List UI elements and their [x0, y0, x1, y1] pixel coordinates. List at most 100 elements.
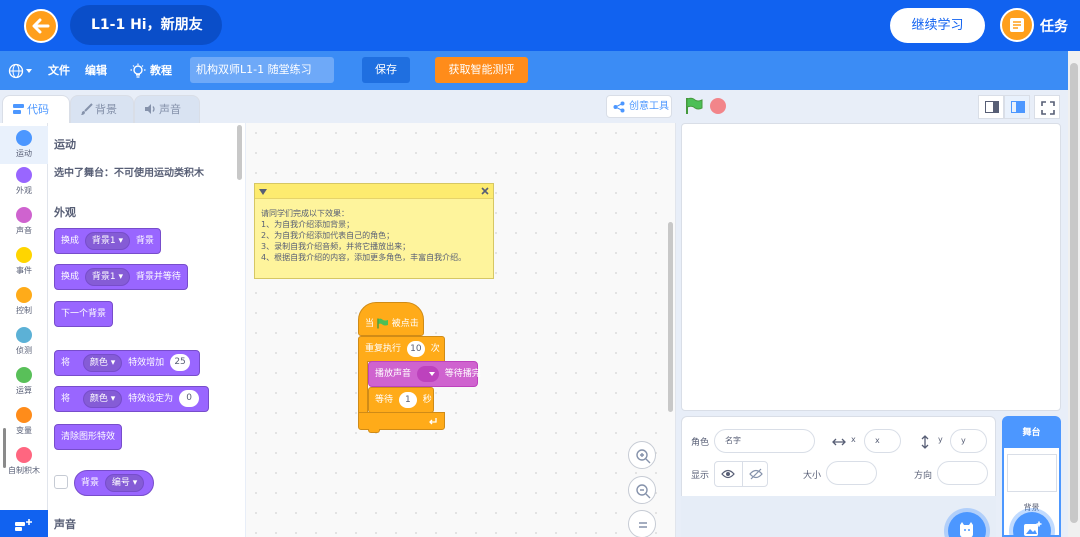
- block-text: 将: [61, 394, 71, 404]
- editor-tabs: 代码 背景 声音: [0, 90, 680, 123]
- category-dot: [16, 407, 32, 423]
- backdrop-attribute-dropdown[interactable]: 编号 ▾: [104, 473, 145, 492]
- zoom-in-button[interactable]: [628, 441, 656, 469]
- task-label: 任务: [1040, 19, 1068, 35]
- large-stage-icon: [1011, 101, 1025, 113]
- creative-tools-button[interactable]: 创意工具: [606, 95, 672, 118]
- zoom-out-button[interactable]: [628, 476, 656, 504]
- category-label: 运动: [16, 149, 32, 158]
- y-position-input[interactable]: y: [950, 429, 987, 453]
- eye-icon: [721, 469, 735, 479]
- task-button[interactable]: 任务: [1000, 8, 1080, 43]
- reporter-checkbox[interactable]: [54, 475, 68, 489]
- switch-backdrop-and-wait-block[interactable]: 换成 背景1 ▾ 背景并等待: [54, 264, 188, 290]
- repeat-count-input[interactable]: 10: [406, 340, 425, 357]
- stage-canvas[interactable]: [681, 123, 1061, 411]
- backdrop-dropdown[interactable]: 背景1 ▾: [84, 267, 131, 286]
- continue-learning-button[interactable]: 继续学习: [890, 8, 985, 43]
- wait-seconds-block[interactable]: 等待 1 秒: [368, 387, 434, 413]
- page-scrollbar[interactable]: [1068, 51, 1080, 537]
- large-stage-button[interactable]: [1004, 95, 1030, 119]
- edit-menu[interactable]: 编辑: [85, 51, 107, 90]
- effect-value-input[interactable]: 0: [179, 390, 200, 407]
- code-icon: [13, 104, 24, 114]
- category-motion[interactable]: 运动: [0, 126, 48, 164]
- fullscreen-button[interactable]: [1034, 95, 1060, 119]
- small-stage-icon: [985, 101, 999, 113]
- category-variables[interactable]: 变量: [0, 407, 48, 436]
- comment-body[interactable]: 请同学们完成以下效果： 1、为自我介绍添加背景； 2、为自我介绍添加代表自己的角…: [255, 199, 493, 263]
- effect-dropdown[interactable]: 颜色 ▾: [82, 353, 123, 372]
- wait-seconds-input[interactable]: 1: [398, 391, 417, 408]
- effect-value-input[interactable]: 25: [170, 354, 191, 371]
- category-looks[interactable]: 外观: [0, 167, 48, 196]
- sound-dropdown[interactable]: [416, 365, 439, 382]
- block-text: 背景: [135, 236, 154, 246]
- category-label: 控制: [16, 306, 32, 315]
- category-dot: [16, 167, 32, 183]
- category-scrollbar[interactable]: [3, 428, 6, 468]
- category-sound[interactable]: 声音: [0, 207, 48, 236]
- horizontal-arrows-icon: [832, 438, 846, 446]
- category-operators[interactable]: 运算: [0, 367, 48, 396]
- back-button[interactable]: [24, 9, 58, 43]
- zoom-reset-button[interactable]: [628, 510, 656, 537]
- repeat-block-bottom[interactable]: [358, 412, 445, 430]
- palette-scrollbar[interactable]: [237, 125, 242, 180]
- direction-input[interactable]: [937, 461, 988, 485]
- eye-slash-icon: [749, 468, 763, 480]
- loop-arrow-icon: [429, 418, 437, 425]
- green-flag-button[interactable]: [684, 97, 704, 118]
- hide-sprite-button[interactable]: [742, 462, 768, 486]
- stage-panel-title: 舞台: [1004, 418, 1059, 448]
- comment-header[interactable]: [255, 184, 493, 199]
- x-position-input[interactable]: x: [864, 429, 901, 453]
- play-sound-until-done-block[interactable]: 播放声音 等待播完: [368, 361, 481, 387]
- palette-heading-sound: 声音: [54, 518, 76, 531]
- workspace-scrollbar[interactable]: [668, 222, 673, 412]
- file-menu[interactable]: 文件: [48, 51, 70, 90]
- clear-graphic-effects-block[interactable]: 清除图形特效: [54, 424, 123, 450]
- block-text: 特效设定为: [128, 394, 174, 404]
- next-backdrop-block[interactable]: 下一个背景: [54, 301, 114, 327]
- effect-dropdown[interactable]: 颜色 ▾: [82, 389, 123, 408]
- close-icon[interactable]: [481, 187, 489, 195]
- when-flag-clicked-block[interactable]: 当 被点击: [358, 302, 424, 336]
- menu-bar: 文件 编辑 教程: [0, 51, 1068, 90]
- category-events[interactable]: 事件: [0, 247, 48, 276]
- tab-backdrops[interactable]: 背景: [70, 95, 134, 123]
- switch-backdrop-block[interactable]: 换成 背景1 ▾ 背景: [54, 228, 161, 254]
- change-effect-block[interactable]: 将 颜色 ▾ 特效增加 25: [54, 350, 201, 376]
- sprite-name-input[interactable]: 名字: [714, 429, 815, 453]
- set-effect-block[interactable]: 将 颜色 ▾ 特效设定为 0: [54, 386, 210, 412]
- tutorial-label: 教程: [150, 64, 172, 77]
- category-my-blocks[interactable]: 自制积木: [0, 447, 48, 476]
- stage-selected-notice: 选中了舞台：不可使用运动类积木: [54, 168, 204, 179]
- tab-code[interactable]: 代码: [2, 95, 70, 123]
- category-control[interactable]: 控制: [0, 287, 48, 316]
- project-title-input[interactable]: 机构双师L1-1 随堂练习: [190, 57, 334, 83]
- comment-note[interactable]: 请同学们完成以下效果： 1、为自我介绍添加背景； 2、为自我介绍添加代表自己的角…: [254, 183, 494, 279]
- page-scrollbar-thumb[interactable]: [1070, 63, 1078, 523]
- collapse-icon[interactable]: [259, 189, 267, 195]
- add-extension-icon: [15, 519, 32, 531]
- language-menu[interactable]: [8, 51, 34, 90]
- small-stage-button[interactable]: [978, 95, 1004, 119]
- tab-sounds-label: 声音: [159, 103, 181, 116]
- repeat-block[interactable]: 重复执行 10 次: [358, 336, 445, 362]
- block-text: 播放声音: [375, 369, 412, 379]
- show-sprite-button[interactable]: [715, 462, 741, 486]
- backdrop-dropdown[interactable]: 背景1 ▾: [84, 231, 131, 250]
- tutorial-menu[interactable]: 教程: [130, 51, 172, 90]
- save-button[interactable]: 保存: [362, 57, 410, 83]
- tab-sounds[interactable]: 声音: [134, 95, 200, 123]
- stop-button[interactable]: [710, 98, 726, 114]
- backdrop-number-reporter[interactable]: 背景 编号 ▾: [74, 470, 155, 496]
- globe-icon: [8, 63, 32, 79]
- size-input[interactable]: [826, 461, 877, 485]
- sprite-label: 角色: [691, 438, 710, 448]
- category-sensing[interactable]: 侦测: [0, 327, 48, 356]
- extensions-button[interactable]: [0, 510, 48, 537]
- smart-assessment-button[interactable]: 获取智能测评: [435, 57, 528, 83]
- brush-icon: [81, 103, 93, 115]
